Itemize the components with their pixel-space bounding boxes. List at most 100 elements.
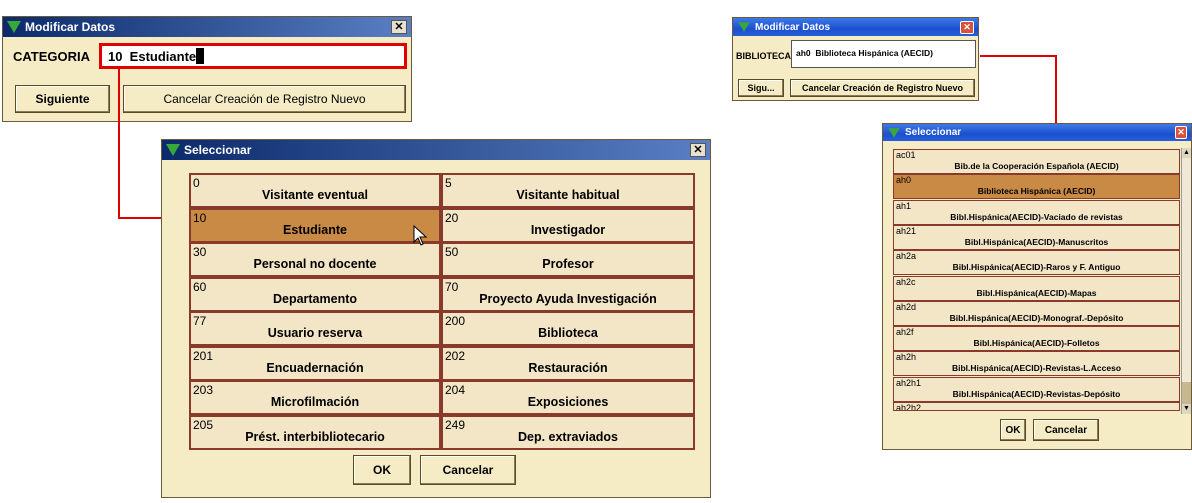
close-icon[interactable]: ✕ [1175,126,1187,139]
dialog-titlebar[interactable]: Modificar Datos ✕ [3,17,411,37]
option-cell[interactable]: 203 Microfilmación [189,380,441,415]
dialog-title: Seleccionar [184,143,252,157]
connector-line-vertical [1055,55,1057,127]
option-cell[interactable]: 70 Proyecto Ayuda Investigación [441,276,695,312]
modificar-datos-dialog-left: Modificar Datos ✕ CATEGORIA 10 Estudiant… [2,16,412,122]
list-item-code: ah21 [896,225,917,236]
option-cell[interactable]: 201 Encuadernación [189,345,441,381]
option-label: Exposiciones [527,395,609,409]
list-item-label: Bibl.Hispánica(AECID)-Mapas [976,287,1097,298]
list-item[interactable]: ah1 Bibl.Hispánica(AECID)-Vaciado de revi… [893,199,1180,225]
app-logo-icon [738,22,750,32]
list-item-code: ac01 [896,150,916,160]
list-item[interactable]: ah2h1 Bibl.Hispánica(AECID)-Revistas-Depó… [893,376,1180,402]
list-item-code: ah2f [896,327,914,338]
close-icon[interactable]: ✕ [391,20,407,34]
option-label: Investigador [530,222,606,237]
scroll-down-arrow[interactable]: ▼ [1182,404,1191,414]
option-label: Proyecto Ayuda Investigación [479,291,657,306]
list-item-label: Bibl.Hispánica(AECID)-Revistas-L.Acceso [951,363,1122,374]
option-label: Personal no docente [253,257,377,271]
list-item-code: ah1 [896,200,912,211]
option-cell[interactable]: 50 Profesor [441,242,695,277]
biblioteca-value: ah0 Biblioteca Hispánica (AECID) [796,48,933,58]
text-cursor [196,48,205,64]
scroll-thumb[interactable] [1182,382,1191,404]
option-label: Encuadernación [266,360,364,375]
option-label: Usuario reserva [267,326,363,340]
option-cell[interactable]: 30 Personal no docente [189,242,441,277]
list-item[interactable]: ah2f Bibl.Hispánica(AECID)-Folletos [893,326,1180,352]
dialog-titlebar[interactable]: Seleccionar ✕ [162,140,710,160]
list-item[interactable]: ah2c Bibl.Hispánica(AECID)-Mapas [893,275,1180,301]
option-cell[interactable]: 60 Departamento [189,276,441,312]
cancelar-button[interactable]: Cancelar [420,455,516,485]
list-item[interactable]: ah21 Bibl.Hispánica(AECID)-Manuscritos [893,224,1180,250]
list-item[interactable]: ah0 Biblioteca Hispánica (AECID) [893,174,1180,200]
list-item[interactable]: ah2h2 [893,402,1180,411]
close-icon[interactable]: ✕ [960,20,974,34]
option-label: Estudiante [283,222,347,237]
option-cell[interactable]: 249 Dep. extraviados [441,414,695,450]
list-item-label: Bibl.Hispánica(AECID)-Folletos [973,338,1100,349]
categoria-label: CATEGORIA [13,49,91,64]
list-item-code: ah2d [896,301,917,312]
cancelar-button[interactable]: Cancelar [1033,419,1099,441]
list-item-code: ah2c [896,276,916,287]
ok-button[interactable]: OK [1000,419,1026,441]
option-label: Dep. extraviados [517,429,619,444]
biblioteca-label: BIBLIOTECA [736,51,791,61]
option-cell[interactable]: 200 Biblioteca [441,311,695,346]
option-label: Biblioteca [538,326,598,340]
list-item-code: ah2h1 [896,377,922,388]
siguiente-button[interactable]: Siguiente [15,85,110,113]
list-item-label: Bibl.Hispánica(AECID)-Monograf.-Depósito [949,312,1124,323]
mouse-pointer-icon [413,225,428,246]
list-item-label: Bibl.Hispánica(AECID)-Raros y F. Antiguo [952,262,1121,273]
cancel-new-record-button[interactable]: Cancelar Creación de Registro Nuevo [123,85,406,113]
option-label: Microfilmación [270,395,360,409]
dialog-titlebar[interactable]: Modificar Datos ✕ [733,18,978,36]
option-cell[interactable]: 204 Exposiciones [441,380,695,415]
list-item-label: Bibl.Hispánica(AECID)-Revistas-Depósito [952,388,1121,399]
siguiente-button[interactable]: Sigu... [738,79,784,97]
option-cell[interactable]: 10 Estudiante [189,207,441,243]
connector-line-horizontal [980,55,1056,57]
option-label: Profesor [542,257,594,271]
biblioteca-field[interactable]: ah0 Biblioteca Hispánica (AECID) [791,40,976,68]
connector-line-vertical [118,67,120,219]
option-cell[interactable]: 205 Prést. interbibliotecario [189,414,441,450]
list-item-code: ah2h [896,352,917,363]
cancel-new-record-button[interactable]: Cancelar Creación de Registro Nuevo [790,79,975,97]
option-label: Prést. interbibliotecario [245,429,385,444]
categoria-field[interactable]: 10 Estudiante [99,43,407,69]
app-logo-icon [888,127,900,138]
option-cell[interactable]: 20 Investigador [441,207,695,243]
option-cell[interactable]: 5 Visitante habitual [441,173,695,208]
option-label: Visitante eventual [261,188,369,202]
list-item[interactable]: ah2a Bibl.Hispánica(AECID)-Raros y F. Ant… [893,250,1180,276]
close-icon[interactable]: ✕ [690,143,706,157]
option-cell[interactable]: 202 Restauración [441,345,695,381]
option-cell[interactable]: 0 Visitante eventual [189,173,441,208]
option-label: Restauración [528,360,608,375]
list-item[interactable]: ac01 Bib.de la Cooperación Española (AECI… [893,149,1180,174]
option-cell[interactable]: 77 Usuario reserva [189,311,441,346]
scroll-up-arrow[interactable]: ▲ [1182,148,1191,158]
list-item-label: Bibl.Hispánica(AECID)-Vaciado de revista… [950,211,1123,222]
vertical-scrollbar[interactable]: ▲ ▼ [1181,148,1191,414]
option-label: Visitante habitual [516,188,620,202]
list-item[interactable]: ah2h Bibl.Hispánica(AECID)-Revistas-L.Acc… [893,351,1180,377]
list-item-code: ah0 [896,175,912,186]
modificar-datos-dialog-right: Modificar Datos ✕ BIBLIOTECA ah0 Bibliot… [732,17,979,101]
list-item-code: ah2a [896,251,917,262]
option-label: Departamento [272,291,358,306]
dialog-titlebar[interactable]: Seleccionar ✕ [883,124,1191,141]
list-item[interactable]: ah2d Bibl.Hispánica(AECID)-Monograf.-Depó… [893,300,1180,326]
app-logo-icon [166,144,180,156]
list-item-label: Bibl.Hispánica(AECID)-Manuscritos [964,236,1109,247]
app-logo-icon [7,21,21,33]
dialog-title: Modificar Datos [755,21,831,33]
categoria-value: 10 Estudiante [108,48,197,64]
ok-button[interactable]: OK [353,455,411,485]
